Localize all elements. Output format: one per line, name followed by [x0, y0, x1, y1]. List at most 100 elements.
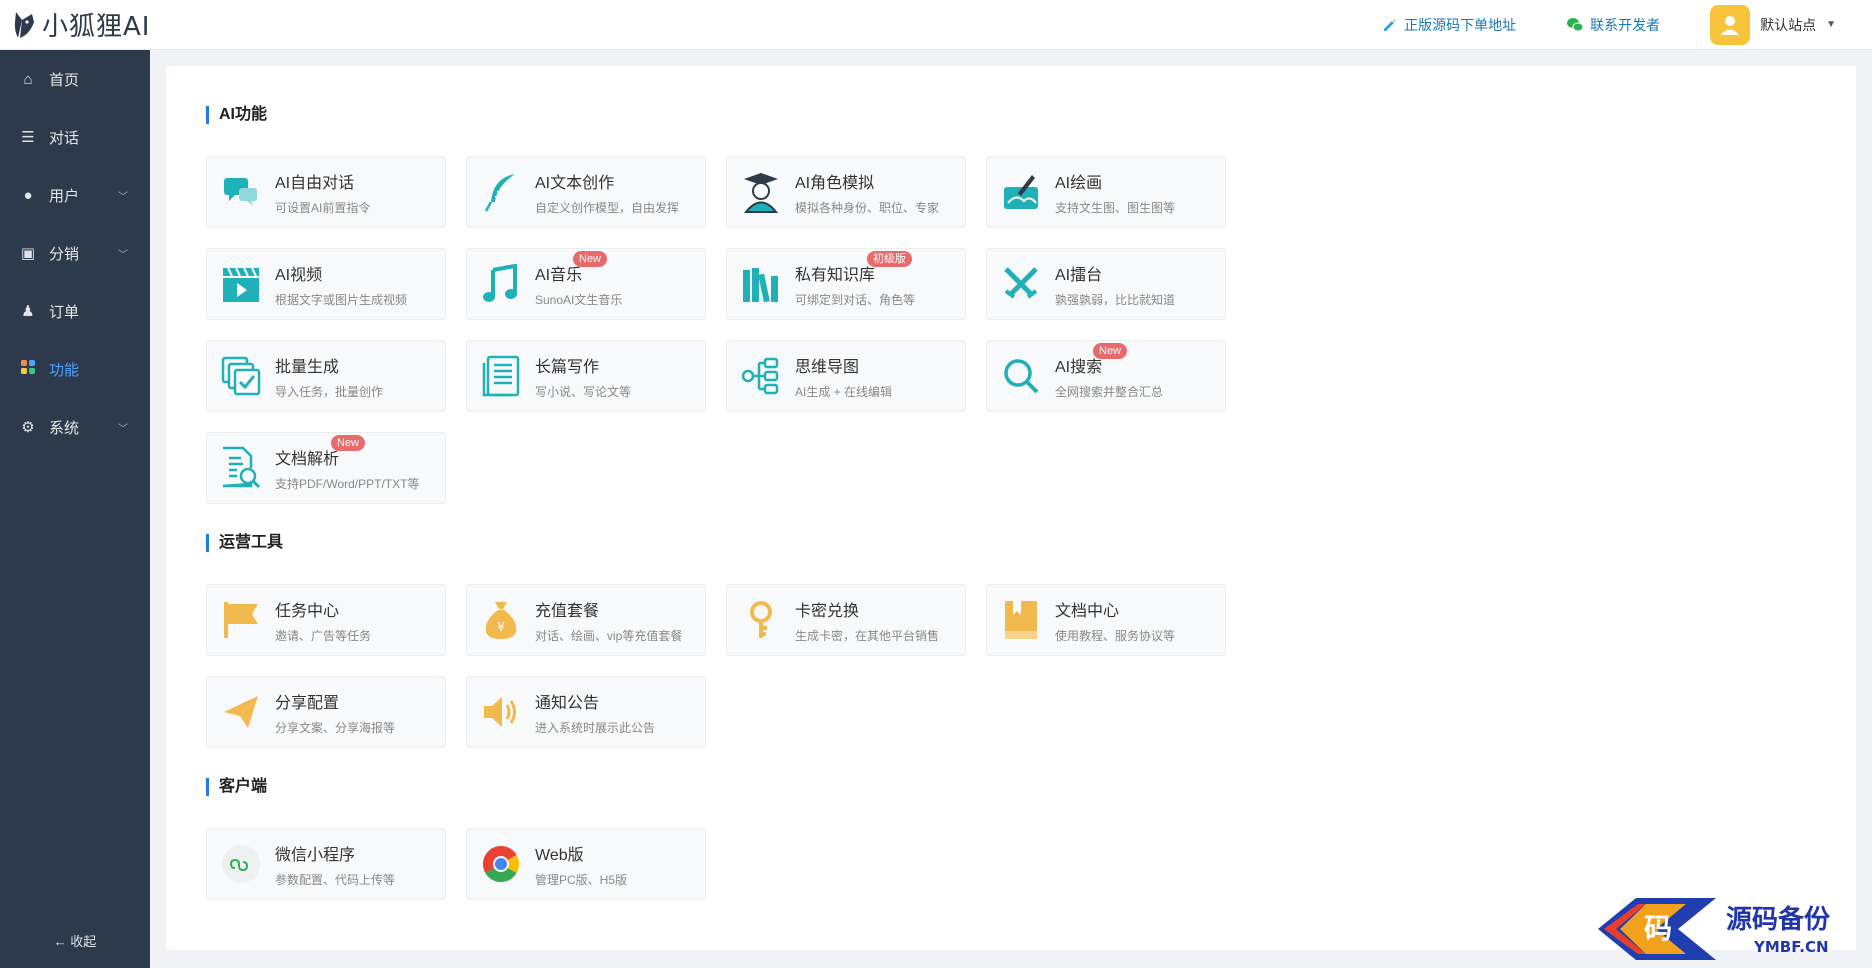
card-desc: 写小说、写论文等	[535, 384, 632, 399]
card-desc: 分享文案、分享海报等	[275, 720, 396, 735]
card-ai-search[interactable]: AI搜索 全网搜索并整合汇总 New	[986, 340, 1226, 412]
card-ai-chat[interactable]: AI自由对话 可设置AI前置指令	[206, 156, 446, 228]
card-title: AI自由对话	[275, 174, 355, 192]
mind-map-icon	[741, 354, 781, 398]
books-icon	[741, 262, 781, 306]
svg-text:¥: ¥	[497, 620, 505, 634]
card-knowledge-base[interactable]: 私有知识库 可绑定到对话、角色等 初级版	[726, 248, 966, 320]
source-order-label: 正版源码下单地址	[1404, 16, 1517, 33]
logo[interactable]: 小狐狸AI	[0, 0, 160, 50]
card-desc: 管理PC版、H5版	[535, 872, 628, 887]
caret-down-icon: ▼	[1826, 19, 1836, 30]
card-desc: SunoAI文生音乐	[535, 292, 623, 307]
card-desc: 生成卡密，在其他平台销售	[795, 628, 940, 643]
card-recharge-plans[interactable]: ¥ 充值套餐 对话、绘画、vip等充值套餐	[466, 584, 706, 656]
card-title: 微信小程序	[275, 846, 356, 864]
card-doc-parse[interactable]: 文档解析 支持PDF/Word/PPT/TXT等 New	[206, 432, 446, 504]
watermark-main: 源码备份	[1726, 905, 1830, 935]
distribution-icon: ▣	[20, 245, 36, 262]
user-icon: ●	[23, 186, 33, 204]
card-desc: 导入任务，批量创作	[275, 384, 384, 399]
sidebar-item-users[interactable]: ● 用户 ﹀	[0, 166, 150, 224]
card-notice[interactable]: 通知公告 进入系统时展示此公告	[466, 676, 706, 748]
card-desc: 支持PDF/Word/PPT/TXT等	[275, 476, 420, 491]
card-title: 思维导图	[795, 358, 860, 376]
sidebar-item-label: 订单	[49, 303, 80, 321]
music-note-icon	[481, 262, 521, 306]
card-card-redeem[interactable]: 卡密兑换 生成卡密，在其他平台销售	[726, 584, 966, 656]
card-desc: AI生成 + 在线编辑	[795, 384, 893, 399]
card-title: 任务中心	[275, 602, 340, 620]
contact-developer-label: 联系开发者	[1590, 16, 1661, 33]
top-header: 小狐狸AI 正版源码下单地址 联系开发者 默认站点 ▼	[0, 0, 1872, 50]
section-title-client: 客户端	[206, 778, 267, 796]
grid-icon	[19, 359, 37, 379]
card-title: 长篇写作	[535, 358, 600, 376]
card-title: 分享配置	[275, 694, 340, 712]
card-title: 卡密兑换	[795, 602, 860, 620]
money-bag-icon: ♟	[21, 303, 35, 320]
card-title: 通知公告	[535, 694, 600, 712]
avatar	[1710, 4, 1751, 45]
card-title: 文档中心	[1055, 602, 1120, 620]
card-desc: 根据文字或图片生成视频	[275, 292, 408, 307]
card-desc: 全网搜索并整合汇总	[1055, 384, 1164, 399]
card-ai-role[interactable]: AI角色模拟 模拟各种身份、职位、专家	[726, 156, 966, 228]
main-panel: AI功能 AI自由对话 可设置AI前置指令 AI文本创作 自定义创作模型，自由发…	[166, 66, 1856, 950]
card-ai-writing[interactable]: AI文本创作 自定义创作模型，自由发挥	[466, 156, 706, 228]
card-desc: 进入系统时展示此公告	[535, 720, 656, 735]
card-title: AI角色模拟	[795, 174, 875, 192]
chevron-down-icon: ﹀	[118, 423, 128, 435]
card-ai-video[interactable]: AI视频 根据文字或图片生成视频	[206, 248, 446, 320]
card-desc: 可绑定到对话、角色等	[795, 292, 916, 307]
card-ai-drawing[interactable]: AI绘画 支持文生图、图生图等	[986, 156, 1226, 228]
sidebar-item-home[interactable]: ⌂ 首页	[0, 50, 150, 108]
arrow-left-icon: ←	[53, 934, 67, 949]
card-task-center[interactable]: 任务中心 邀请、广告等任务	[206, 584, 446, 656]
sidebar-item-system[interactable]: ⚙ 系统 ﹀	[0, 398, 150, 456]
card-title: AI绘画	[1055, 174, 1103, 192]
feather-pen-icon	[481, 170, 521, 214]
section-title-ai: AI功能	[206, 106, 267, 124]
sidebar-item-label: 对话	[49, 129, 80, 147]
card-mind-map[interactable]: 思维导图 AI生成 + 在线编辑	[726, 340, 966, 412]
card-doc-center[interactable]: 文档中心 使用教程、服务协议等	[986, 584, 1226, 656]
fox-logo-icon	[14, 11, 34, 38]
chrome-icon	[481, 842, 521, 886]
card-desc: 参数配置、代码上传等	[275, 872, 396, 887]
sidebar-item-orders[interactable]: ♟ 订单	[0, 282, 150, 340]
card-batch-generate[interactable]: 批量生成 导入任务，批量创作	[206, 340, 446, 412]
sidebar-item-features[interactable]: 功能	[0, 340, 150, 398]
user-menu[interactable]: 默认站点 ▼	[1710, 4, 1836, 45]
card-desc: 自定义创作模型，自由发挥	[535, 200, 680, 215]
contact-developer-link[interactable]: 联系开发者	[1566, 15, 1660, 35]
wechat-icon	[1567, 17, 1584, 31]
sidebar-item-distribution[interactable]: ▣ 分销 ﹀	[0, 224, 150, 282]
chevron-down-icon: ﹀	[118, 191, 128, 203]
card-long-writing[interactable]: 长篇写作 写小说、写论文等	[466, 340, 706, 412]
mini-program-icon	[221, 842, 261, 886]
sidebar-item-label: 功能	[49, 361, 80, 379]
card-web[interactable]: Web版 管理PC版、H5版	[466, 828, 706, 900]
crossed-swords-icon	[1001, 262, 1041, 306]
sidebar-item-chat[interactable]: ☰ 对话	[0, 108, 150, 166]
graduate-icon	[741, 170, 781, 214]
card-ai-music[interactable]: AI音乐 SunoAI文生音乐 New	[466, 248, 706, 320]
collapse-button[interactable]: ← 收起	[0, 931, 150, 950]
gear-icon: ⚙	[21, 419, 35, 436]
card-title: 批量生成	[275, 358, 340, 376]
card-share-config[interactable]: 分享配置 分享文案、分享海报等	[206, 676, 446, 748]
card-wechat-miniprogram[interactable]: 微信小程序 参数配置、代码上传等	[206, 828, 446, 900]
card-title: AI视频	[275, 266, 323, 284]
new-badge: New	[1093, 342, 1128, 359]
user-name: 默认站点	[1760, 16, 1817, 33]
sidebar-item-label: 系统	[49, 419, 80, 437]
card-desc: 支持文生图、图生图等	[1055, 200, 1176, 215]
collapse-label: 收起	[70, 934, 97, 949]
new-badge: New	[573, 250, 608, 267]
book-icon	[1001, 598, 1041, 642]
card-desc: 使用教程、服务协议等	[1055, 628, 1176, 643]
card-title: AI擂台	[1055, 266, 1103, 284]
source-order-link[interactable]: 正版源码下单地址	[1382, 15, 1516, 35]
card-ai-arena[interactable]: AI擂台 孰强孰弱，比比就知道	[986, 248, 1226, 320]
